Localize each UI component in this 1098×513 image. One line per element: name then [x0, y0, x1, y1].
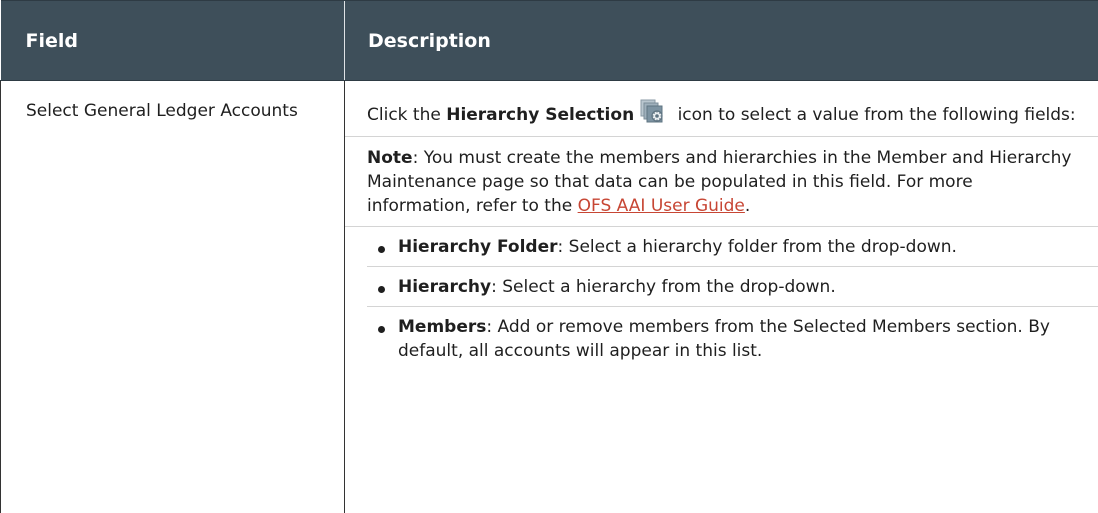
list-item: Hierarchy Folder: Select a hierarchy fol…	[367, 227, 1098, 267]
intro-paragraph: Click the Hierarchy Selection icon to se…	[367, 99, 1080, 136]
field-name: Select General Ledger Accounts	[26, 101, 298, 121]
note-end: .	[744, 196, 751, 216]
header-description: Description	[344, 0, 1098, 81]
table-header-row: Field Description	[0, 0, 1098, 81]
intro-bold-term: Hierarchy Selection	[446, 105, 635, 125]
bullet-text: : Select a hierarchy folder from the dro…	[557, 237, 957, 257]
intro-before: Click the	[367, 105, 447, 125]
list-item: Hierarchy: Select a hierarchy from the d…	[367, 267, 1098, 307]
bullet-term: Members	[398, 317, 487, 337]
hierarchy-selection-icon	[640, 99, 666, 123]
bullet-term: Hierarchy	[398, 277, 492, 297]
header-field: Field	[0, 0, 345, 81]
ofs-aai-user-guide-link[interactable]: OFS AAI User Guide	[578, 196, 745, 216]
list-item: Members: Add or remove members from the …	[367, 307, 1080, 371]
note-paragraph: Note: You must create the members and hi…	[367, 137, 1080, 226]
description-cell: Click the Hierarchy Selection icon to se…	[344, 80, 1098, 513]
field-name-cell: Select General Ledger Accounts	[0, 80, 345, 513]
bullet-text: : Select a hierarchy from the drop-down.	[491, 277, 836, 297]
bullet-text: : Add or remove members from the Selecte…	[398, 317, 1050, 361]
field-description-table: Field Description Select General Ledger …	[0, 0, 1098, 513]
field-options-list: Hierarchy Folder: Select a hierarchy fol…	[367, 227, 1098, 371]
table-row: Select General Ledger Accounts Click the…	[0, 80, 1098, 513]
intro-after: icon to select a value from the followin…	[672, 105, 1076, 125]
note-label: Note	[367, 148, 413, 168]
bullet-term: Hierarchy Folder	[398, 237, 558, 257]
